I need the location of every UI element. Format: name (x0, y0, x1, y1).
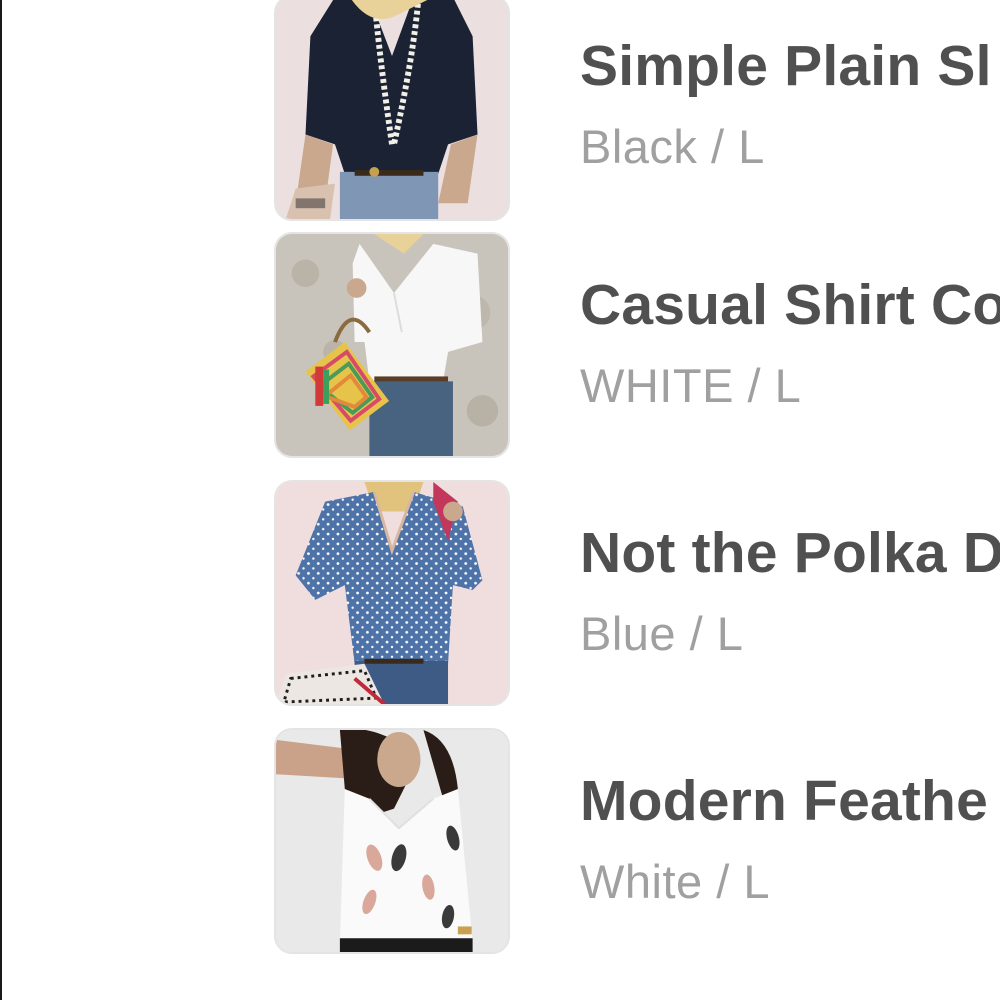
product-title[interactable]: Simple Plain Sl (580, 33, 992, 99)
cart-item-list: Simple Plain Sl Black / L Casual Shirt C… (0, 0, 1000, 1000)
cart-item[interactable]: Simple Plain Sl Black / L (272, 0, 1000, 221)
cart-item[interactable]: Casual Shirt Co WHITE / L (272, 232, 1000, 458)
white-shirt-image (276, 234, 508, 456)
product-variant: White / L (580, 855, 770, 908)
product-thumbnail[interactable] (274, 0, 510, 221)
product-variant: Blue / L (580, 607, 744, 660)
cart-item[interactable]: Modern Feathe White / L (272, 728, 1000, 954)
feather-camisole-image (276, 730, 508, 952)
left-edge-divider (0, 0, 2, 1000)
product-title[interactable]: Modern Feathe (580, 768, 988, 834)
product-thumbnail[interactable] (274, 480, 510, 706)
blue-polka-dot-image (276, 482, 508, 704)
product-variant: Black / L (580, 120, 765, 173)
product-title[interactable]: Not the Polka D (580, 520, 1000, 586)
product-thumbnail[interactable] (274, 232, 510, 458)
cart-item[interactable]: Not the Polka D Blue / L (272, 480, 1000, 706)
product-thumbnail[interactable] (274, 728, 510, 954)
product-variant: WHITE / L (580, 359, 802, 412)
product-title[interactable]: Casual Shirt Co (580, 272, 1000, 338)
black-blouse-image (276, 0, 508, 219)
